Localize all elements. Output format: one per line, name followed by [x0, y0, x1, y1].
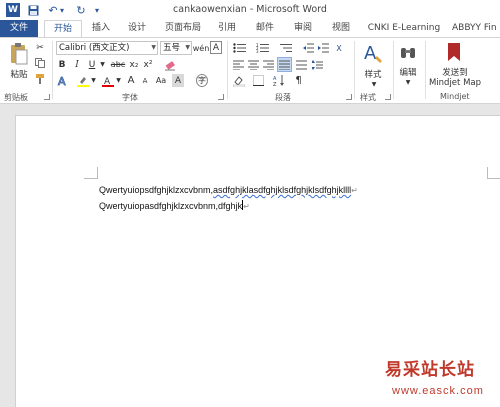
align-left-icon[interactable]	[232, 58, 245, 71]
paragraph-mark: ↵	[243, 202, 250, 211]
tab-abbyy[interactable]: ABBYY Fin	[452, 20, 500, 38]
send-to-mindjet-button[interactable]: 发送到 Mindjet Map	[428, 66, 482, 88]
shading-icon[interactable]	[232, 74, 245, 87]
cut-icon[interactable]: ✂	[34, 42, 46, 54]
editing-button[interactable]: 编辑	[395, 66, 421, 78]
subscript-button[interactable]: x₂	[128, 58, 140, 71]
align-center-icon[interactable]	[247, 58, 260, 71]
paragraph-mark: ↵	[351, 186, 358, 195]
chevron-down-icon[interactable]: ▼	[115, 74, 122, 87]
clipboard-launcher-icon[interactable]	[44, 94, 50, 100]
font-name-combo[interactable]: Calibri (西文正文) ▼	[56, 41, 158, 55]
ribbon-tabs: 文件 开始 插入 设计 页面布局 引用 邮件 审阅 视图 CNKI E-Lear…	[0, 20, 500, 39]
styles-group-label: 样式	[360, 93, 376, 102]
format-painter-icon[interactable]	[34, 72, 46, 84]
chevron-down-icon: ▼	[185, 44, 190, 51]
bullets-icon[interactable]	[232, 42, 248, 54]
shrink-font-button[interactable]: A	[139, 74, 151, 87]
svg-text:A: A	[58, 75, 66, 87]
chevron-down-icon[interactable]: ▼	[404, 78, 412, 86]
group-separator	[227, 41, 228, 99]
font-color-icon[interactable]: A	[101, 74, 115, 87]
superscript-button[interactable]: x²	[142, 58, 154, 71]
chinese-layout-icon[interactable]: X	[333, 42, 345, 54]
styles-launcher-icon[interactable]	[385, 94, 391, 100]
misspelled-text: asdfghjklasdfghjklsdfghjklsdfghjkllll	[213, 185, 352, 195]
clipboard-group-label: 剪贴板	[4, 93, 28, 102]
tab-review[interactable]: 审阅	[288, 20, 318, 38]
tab-file[interactable]: 文件	[0, 20, 38, 38]
font-size-combo[interactable]: 五号 ▼	[160, 41, 192, 55]
decrease-indent-icon[interactable]	[302, 42, 314, 54]
crop-mark-right	[487, 167, 500, 179]
paste-button[interactable]: 粘贴	[6, 68, 32, 80]
chevron-down-icon[interactable]: ▼	[90, 74, 97, 87]
watermark-text: 易采站长站	[385, 360, 475, 380]
justify-icon[interactable]	[277, 57, 292, 72]
window-title: cankaowenxian - Microsoft Word	[173, 4, 327, 15]
bold-button[interactable]: B	[56, 58, 68, 71]
svg-text:A: A	[364, 43, 377, 64]
styles-button[interactable]: 样式	[359, 68, 387, 80]
ribbon: 粘贴 ✂ 剪贴板 Calibri (西文正文) ▼ 五号 ▼ wén A B I U…	[0, 37, 500, 104]
tab-insert[interactable]: 插入	[86, 20, 116, 38]
title-bar: W ↶ ▾ ↻ ▾ cankaowenxian - Microsoft Word	[0, 0, 500, 20]
mindjet-icon[interactable]	[444, 41, 464, 63]
underline-button[interactable]: U	[86, 58, 98, 71]
svg-text:Z: Z	[273, 82, 277, 86]
clear-formatting-icon[interactable]	[163, 58, 177, 71]
font-group-label: 字体	[122, 93, 138, 102]
styles-icon[interactable]: A	[362, 41, 384, 65]
document-line-1[interactable]: Qwertyuiopsdfghjklzxcvbnm,asdfghjklasdfg…	[99, 185, 358, 195]
binoculars-icon[interactable]	[398, 41, 418, 63]
tab-cnki[interactable]: CNKI E-Learning	[362, 20, 446, 38]
tab-layout[interactable]: 页面布局	[160, 20, 206, 38]
text-effects-icon[interactable]: A	[56, 74, 70, 87]
group-separator	[425, 41, 426, 99]
svg-text:3: 3	[256, 49, 259, 53]
phonetic-guide-icon[interactable]: wén	[193, 42, 210, 54]
character-border-icon[interactable]: A	[210, 41, 222, 54]
borders-icon[interactable]	[252, 74, 265, 87]
grow-font-button[interactable]: A	[125, 74, 137, 87]
mindjet-group-label: Mindjet	[440, 92, 470, 101]
highlight-color-icon[interactable]	[76, 74, 90, 87]
group-separator	[354, 41, 355, 99]
chevron-down-icon: ▼	[151, 44, 156, 51]
line-spacing-icon[interactable]	[311, 58, 324, 71]
chevron-down-icon[interactable]: ▼	[99, 58, 106, 71]
increase-indent-icon[interactable]	[317, 42, 329, 54]
paragraph-launcher-icon[interactable]	[346, 94, 352, 100]
italic-button[interactable]: I	[71, 58, 83, 71]
numbering-icon[interactable]: 123	[255, 42, 271, 54]
tab-design[interactable]: 设计	[122, 20, 152, 38]
enclose-characters-icon[interactable]: 字	[196, 74, 208, 87]
multilevel-list-icon[interactable]	[278, 42, 294, 54]
character-shading-icon[interactable]: A	[172, 74, 184, 87]
tab-references[interactable]: 引用	[212, 20, 242, 38]
watermark-url: www.easck.com	[392, 385, 484, 397]
group-separator	[52, 41, 53, 99]
tab-view[interactable]: 视图	[326, 20, 356, 38]
paragraph-group-label: 段落	[275, 93, 291, 102]
copy-icon[interactable]	[34, 57, 46, 69]
tab-mailings[interactable]: 邮件	[250, 20, 280, 38]
sort-icon[interactable]: AZ	[272, 74, 285, 87]
chevron-down-icon[interactable]: ▼	[370, 80, 378, 88]
group-separator	[393, 41, 394, 99]
distributed-icon[interactable]	[295, 58, 308, 71]
change-case-button[interactable]: Aa	[153, 74, 169, 87]
show-formatting-marks-icon[interactable]: ¶	[292, 74, 305, 87]
crop-mark-left	[84, 167, 98, 179]
document-line-2[interactable]: Qwertyuiopasdfghjklzxcvbnm,dfghjk↵	[99, 200, 250, 211]
paste-icon[interactable]	[8, 41, 30, 67]
strikethrough-button[interactable]: abc	[110, 58, 126, 71]
align-right-icon[interactable]	[262, 58, 275, 71]
font-launcher-icon[interactable]	[218, 94, 224, 100]
